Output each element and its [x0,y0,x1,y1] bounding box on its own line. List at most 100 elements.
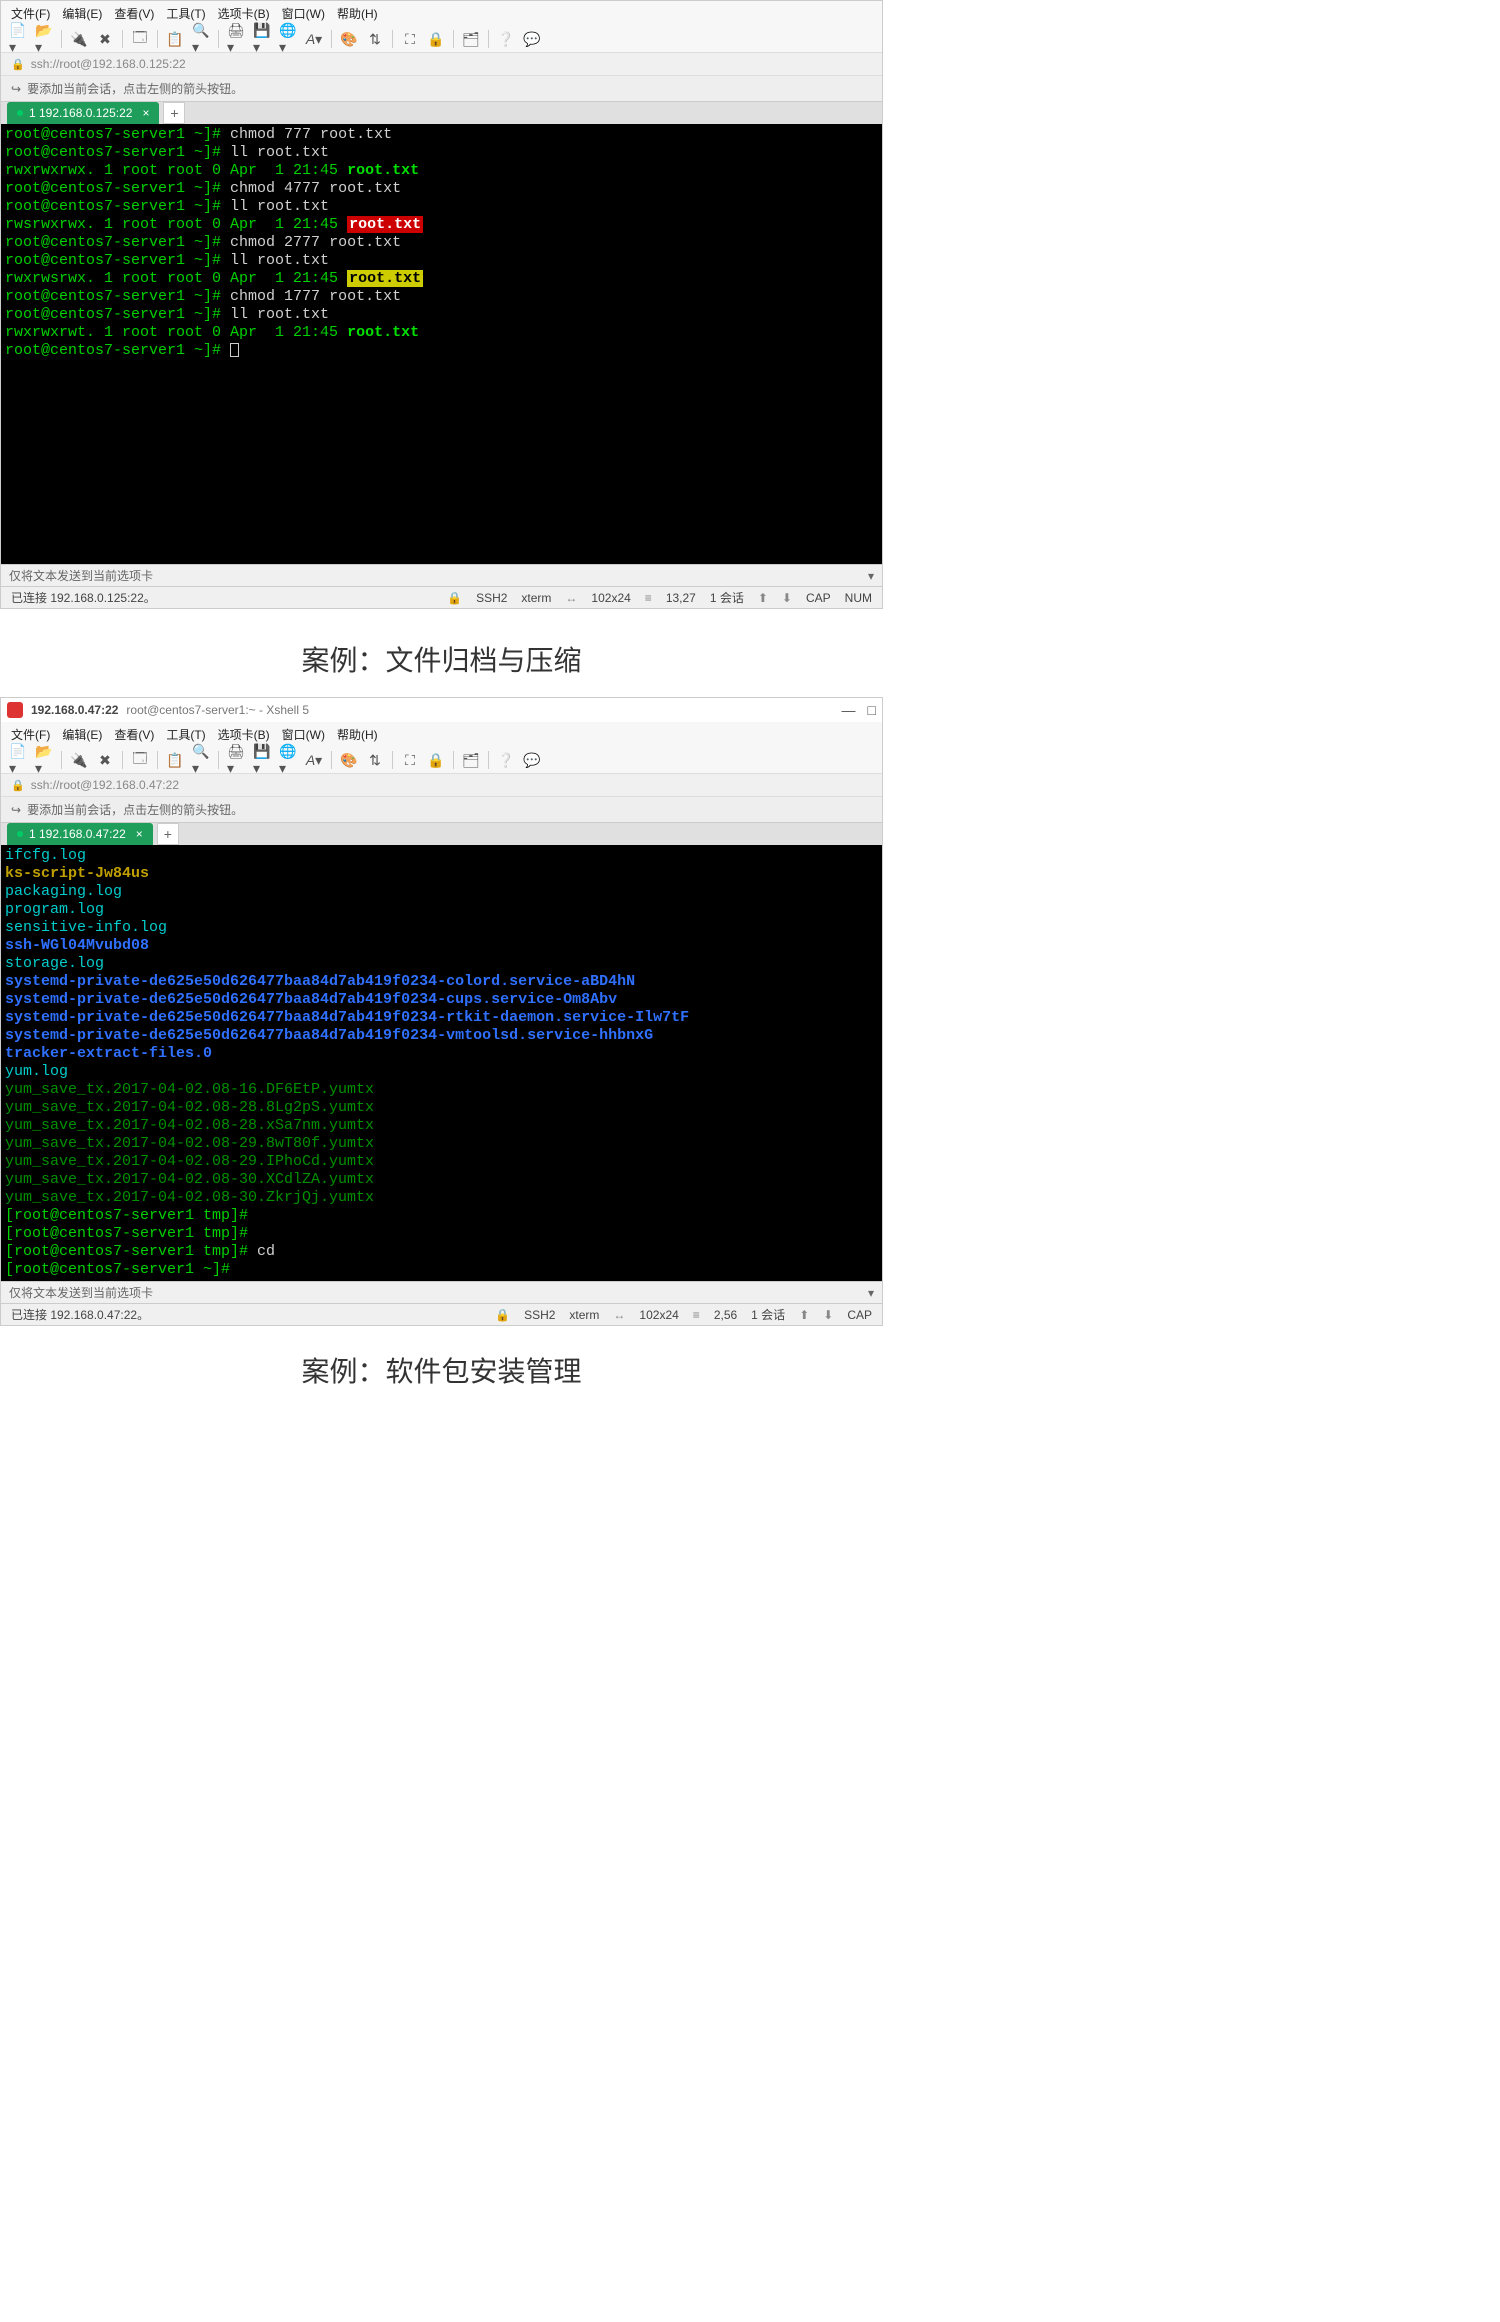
tab-close-icon[interactable]: × [136,827,143,841]
hint-text: 要添加当前会话，点击左侧的箭头按钮。 [27,801,243,818]
help-icon[interactable]: ❔ [497,751,515,769]
tab-add-button[interactable]: + [163,102,185,124]
hint-bar: ↪ 要添加当前会话，点击左侧的箭头按钮。 [1,797,882,823]
menu-window[interactable]: 窗口(W) [282,726,325,743]
down-icon: ⬇ [782,591,792,605]
status-sessions: 1 会话 [751,1306,785,1323]
status-term: xterm [569,1308,599,1322]
address-bar[interactable]: 🔒 ssh://root@192.168.0.47:22 [1,774,882,797]
sessions-icon[interactable]: 🗂 [462,751,480,769]
tab-label: 1 192.168.0.125:22 [29,106,132,120]
resize-icon: ↔ [565,591,577,605]
session-tab[interactable]: 1 192.168.0.47:22 × [7,823,153,845]
title-bar: 192.168.0.47:22 root@centos7-server1:~ -… [1,698,882,722]
arrow-icon[interactable]: ↪ [11,803,21,817]
tab-close-icon[interactable]: × [142,106,149,120]
menu-view[interactable]: 查看(V) [114,5,154,22]
globe-icon[interactable]: 🌐▾ [279,751,297,769]
menu-window[interactable]: 窗口(W) [282,5,325,22]
status-size: 102x24 [591,591,630,605]
open-icon[interactable]: 📂▾ [35,751,53,769]
xftp-icon[interactable]: ⇅ [366,751,384,769]
properties-icon[interactable]: 🗔 [131,751,149,769]
open-icon[interactable]: 📂▾ [35,30,53,48]
cursor-icon: ≡ [645,591,652,605]
new-session-icon[interactable]: 📄▾ [9,751,27,769]
lock-icon[interactable]: 🔒 [427,30,445,48]
menu-tools[interactable]: 工具(T) [166,726,205,743]
address-text: ssh://root@192.168.0.125:22 [31,57,186,71]
app-icon [7,702,23,718]
new-session-icon[interactable]: 📄▾ [9,30,27,48]
reconnect-icon[interactable]: 🔌 [70,30,88,48]
copy-icon[interactable]: 📋 [166,751,184,769]
search-icon[interactable]: 🔍▾ [192,30,210,48]
session-tab[interactable]: 1 192.168.0.125:22 × [7,102,159,124]
menu-tools[interactable]: 工具(T) [166,5,205,22]
chat-icon[interactable]: 💬 [523,30,541,48]
minimize-button[interactable]: — [842,702,856,718]
send-input-bar[interactable]: 仅将文本发送到当前选项卡 ▾ [1,1281,882,1303]
menu-edit[interactable]: 编辑(E) [62,726,102,743]
input-hint: 仅将文本发送到当前选项卡 [9,1284,153,1301]
arrow-icon[interactable]: ↪ [11,82,21,96]
tab-label: 1 192.168.0.47:22 [29,827,126,841]
input-dropdown-icon[interactable]: ▾ [868,1286,874,1300]
tab-add-button[interactable]: + [157,823,179,845]
down-icon: ⬇ [823,1308,833,1322]
font-icon[interactable]: A▾ [305,30,323,48]
status-bar: 已连接 192.168.0.125:22。 🔒 SSH2 xterm ↔ 102… [1,586,882,608]
address-bar[interactable]: 🔒 ssh://root@192.168.0.125:22 [1,53,882,76]
status-dot-icon [17,110,23,116]
fullscreen-icon[interactable]: ⛶ [401,30,419,48]
globe-icon[interactable]: 🌐▾ [279,30,297,48]
input-hint: 仅将文本发送到当前选项卡 [9,567,153,584]
status-size: 102x24 [639,1308,678,1322]
menu-bar: 文件(F) 编辑(E) 查看(V) 工具(T) 选项卡(B) 窗口(W) 帮助(… [1,1,882,26]
print-icon[interactable]: 🖨▾ [227,30,245,48]
status-cursor: 2,56 [714,1308,737,1322]
lock-small-icon: 🔒 [11,779,25,792]
palette-icon[interactable]: 🎨 [340,751,358,769]
status-term: xterm [521,591,551,605]
menu-bar: 文件(F) 编辑(E) 查看(V) 工具(T) 选项卡(B) 窗口(W) 帮助(… [1,722,882,747]
disconnect-icon[interactable]: ✖ [96,751,114,769]
lock-icon[interactable]: 🔒 [427,751,445,769]
help-icon[interactable]: ❔ [497,30,515,48]
fullscreen-icon[interactable]: ⛶ [401,751,419,769]
disconnect-icon[interactable]: ✖ [96,30,114,48]
reconnect-icon[interactable]: 🔌 [70,751,88,769]
font-icon[interactable]: A▾ [305,751,323,769]
menu-help[interactable]: 帮助(H) [337,5,378,22]
palette-icon[interactable]: 🎨 [340,30,358,48]
menu-file[interactable]: 文件(F) [11,5,50,22]
terminal-output[interactable]: root@centos7-server1 ~]# chmod 777 root.… [1,124,882,564]
print-icon[interactable]: 🖨▾ [227,751,245,769]
save-icon[interactable]: 💾▾ [253,30,271,48]
search-icon[interactable]: 🔍▾ [192,751,210,769]
status-bar: 已连接 192.168.0.47:22。 🔒 SSH2 xterm ↔ 102x… [1,1303,882,1325]
copy-icon[interactable]: 📋 [166,30,184,48]
address-text: ssh://root@192.168.0.47:22 [31,778,179,792]
terminal-output[interactable]: ifcfg.logks-script-Jw84uspackaging.logpr… [1,845,882,1281]
send-input-bar[interactable]: 仅将文本发送到当前选项卡 ▾ [1,564,882,586]
xftp-icon[interactable]: ⇅ [366,30,384,48]
tab-strip: 1 192.168.0.125:22 × + [1,102,882,124]
sessions-icon[interactable]: 🗂 [462,30,480,48]
menu-tab[interactable]: 选项卡(B) [218,5,270,22]
input-dropdown-icon[interactable]: ▾ [868,569,874,583]
caption-1: 案例：文件归档与压缩 [0,609,883,697]
chat-icon[interactable]: 💬 [523,751,541,769]
hint-text: 要添加当前会话，点击左侧的箭头按钮。 [27,80,243,97]
menu-help[interactable]: 帮助(H) [337,726,378,743]
maximize-button[interactable]: □ [868,702,876,718]
menu-file[interactable]: 文件(F) [11,726,50,743]
menu-tab[interactable]: 选项卡(B) [218,726,270,743]
save-icon[interactable]: 💾▾ [253,751,271,769]
menu-edit[interactable]: 编辑(E) [62,5,102,22]
caption-2: 案例：软件包安装管理 [0,1326,883,1398]
properties-icon[interactable]: 🗔 [131,30,149,48]
menu-view[interactable]: 查看(V) [114,726,154,743]
lock-small-icon: 🔒 [11,58,25,71]
status-ssh: SSH2 [524,1308,555,1322]
